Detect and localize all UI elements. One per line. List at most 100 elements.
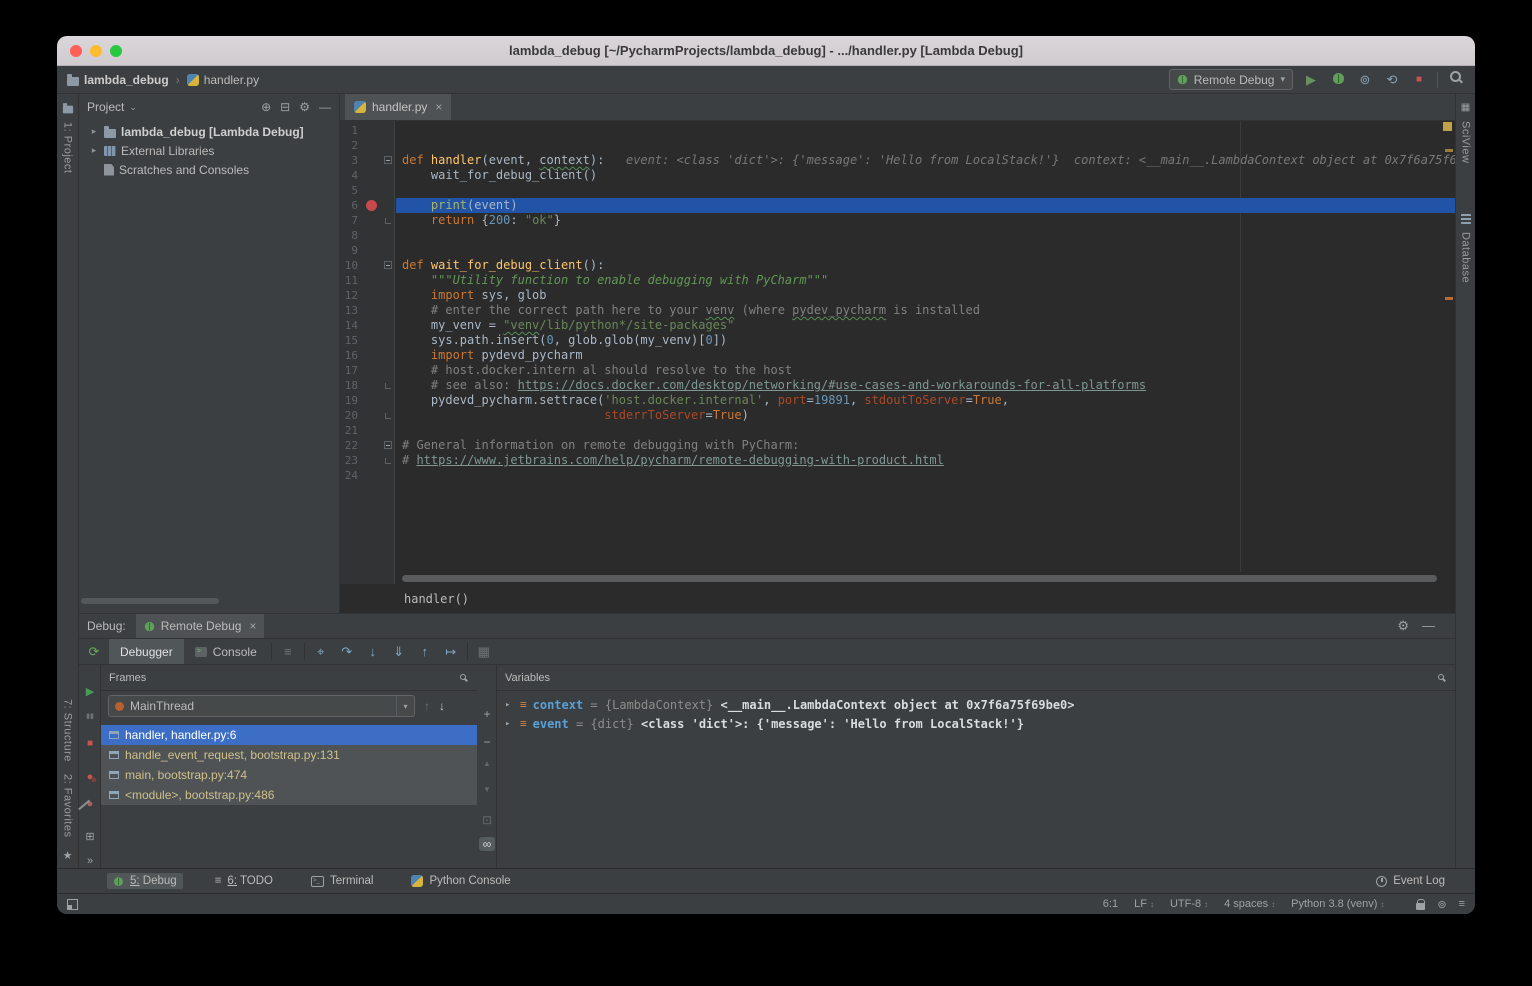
code-line[interactable] xyxy=(396,243,1455,258)
step-into-button[interactable]: ↓ xyxy=(360,639,386,664)
status-item[interactable]: UTF-8↕ xyxy=(1170,898,1208,910)
inspection-indicator[interactable] xyxy=(1443,122,1452,131)
view-breakpoints-button[interactable]: ● xyxy=(79,771,101,783)
gear-icon[interactable]: ⚙ xyxy=(1397,618,1409,634)
gutter-line[interactable]: 20 xyxy=(340,408,394,423)
status-item[interactable]: LF↕ xyxy=(1134,898,1154,910)
breadcrumb-function[interactable]: handler() xyxy=(404,592,469,606)
layout-settings-icon[interactable]: ≡ xyxy=(275,639,301,664)
move-down-button[interactable]: ▼ xyxy=(477,785,497,794)
thread-select[interactable]: MainThread ▾ xyxy=(108,695,415,717)
close-icon[interactable]: × xyxy=(435,100,442,114)
toolwindow-button-favorites[interactable]: 2: Favorites xyxy=(62,774,74,837)
toolwindow-button-terminal[interactable]: Terminal xyxy=(305,873,379,889)
profiler-button[interactable]: ⟲ xyxy=(1383,71,1401,89)
gutter-line[interactable]: 22 xyxy=(340,438,394,453)
code-area[interactable]: def handler(event, context): event: <cla… xyxy=(396,121,1455,584)
tree-item[interactable]: ▸External Libraries xyxy=(79,141,339,160)
code-line[interactable]: import pydevd_pycharm xyxy=(396,348,1455,363)
code-line[interactable]: import sys, glob xyxy=(396,288,1455,303)
fold-marker[interactable] xyxy=(384,156,392,164)
frame-row[interactable]: main, bootstrap.py:474 xyxy=(101,765,477,785)
gutter-line[interactable]: 6 xyxy=(340,198,394,213)
expander-icon[interactable]: ▸ xyxy=(505,700,514,710)
gutter-line[interactable]: 8 xyxy=(340,228,394,243)
duplicate-watch-button[interactable]: ⊡ xyxy=(477,813,497,827)
status-item[interactable]: 6:1 xyxy=(1103,898,1118,910)
editor-tab-handler[interactable]: handler.py × xyxy=(345,94,451,120)
close-window-button[interactable] xyxy=(70,45,82,57)
fold-marker[interactable] xyxy=(385,458,391,464)
hide-panel-icon[interactable]: — xyxy=(1422,618,1435,634)
lock-icon[interactable] xyxy=(1416,903,1425,910)
expander-icon[interactable]: ▸ xyxy=(505,719,514,729)
code-line[interactable] xyxy=(396,468,1455,483)
gutter-line[interactable]: 4 xyxy=(340,168,394,183)
frame-row[interactable]: handle_event_request, bootstrap.py:131 xyxy=(101,745,477,765)
execution-line[interactable]: print(event) xyxy=(396,198,1455,213)
debug-button[interactable] xyxy=(1329,71,1347,89)
force-step-into-button[interactable]: ⇓ xyxy=(386,639,412,664)
toolwindow-toggle-icon[interactable] xyxy=(67,899,78,910)
pin-icon[interactable] xyxy=(1437,673,1447,683)
gutter-line[interactable]: 10 xyxy=(340,258,394,273)
code-line[interactable]: # host.docker.intern al should resolve t… xyxy=(396,363,1455,378)
toolwindow-button-pythonconsole[interactable]: Python Console xyxy=(405,873,516,889)
add-watch-button[interactable]: + xyxy=(477,707,497,721)
reader-mode-icon[interactable]: ≡ xyxy=(1459,898,1465,910)
zoom-window-button[interactable] xyxy=(110,45,122,57)
hide-panel-icon[interactable]: — xyxy=(319,100,331,114)
code-line[interactable] xyxy=(396,423,1455,438)
error-stripe-mark[interactable] xyxy=(1445,149,1453,152)
mute-breakpoints-button[interactable]: ● xyxy=(79,798,101,810)
code-line[interactable]: """Utility function to enable debugging … xyxy=(396,273,1455,288)
code-line[interactable]: sys.path.insert(0, glob.glob(my_venv)[0]… xyxy=(396,333,1455,348)
gutter-line[interactable]: 7 xyxy=(340,213,394,228)
indicator-icon[interactable]: ⊚ xyxy=(1437,898,1446,911)
project-view-select[interactable]: Project xyxy=(87,100,124,114)
toolwindow-button-structure[interactable]: 7: Structure xyxy=(62,699,74,762)
toolwindow-button-sciview[interactable]: ▦ SciView xyxy=(1456,102,1475,163)
editor-body[interactable]: 123456789101112131415161718192021222324 … xyxy=(340,121,1455,584)
code-line[interactable] xyxy=(396,228,1455,243)
code-line[interactable]: # General information on remote debuggin… xyxy=(396,438,1455,453)
gutter-line[interactable]: 19 xyxy=(340,393,394,408)
frame-row[interactable]: <module>, bootstrap.py:486 xyxy=(101,785,477,805)
code-line[interactable]: # enter the correct path here to your ve… xyxy=(396,303,1455,318)
horizontal-scrollbar[interactable] xyxy=(81,598,219,604)
fold-marker[interactable] xyxy=(385,218,391,224)
move-up-button[interactable]: ▲ xyxy=(477,759,497,768)
gutter-line[interactable]: 12 xyxy=(340,288,394,303)
fold-marker[interactable] xyxy=(385,413,391,419)
code-line[interactable] xyxy=(396,138,1455,153)
code-line[interactable]: stderrToServer=True) xyxy=(396,408,1455,423)
pin-icon[interactable] xyxy=(459,673,469,683)
status-item[interactable]: 4 spaces↕ xyxy=(1224,898,1275,910)
gutter-line[interactable]: 11 xyxy=(340,273,394,288)
breadcrumb-project[interactable]: lambda_debug xyxy=(67,73,169,87)
rerun-button[interactable]: ⟳ xyxy=(79,639,109,664)
code-line[interactable] xyxy=(396,123,1455,138)
error-stripe-mark[interactable] xyxy=(1445,297,1453,300)
breadcrumb-file[interactable]: handler.py xyxy=(187,73,259,87)
collapse-all-icon[interactable]: ⊟ xyxy=(280,100,290,114)
previous-frame-button[interactable]: ↑ xyxy=(424,699,430,713)
toolwindow-button-debug[interactable]: 5: Debug xyxy=(107,873,183,889)
step-out-button[interactable]: ↑ xyxy=(412,639,438,664)
editor-horizontal-scrollbar[interactable] xyxy=(402,575,1437,582)
tab-console[interactable]: Console xyxy=(184,639,268,664)
search-everywhere-button[interactable] xyxy=(1447,70,1465,89)
gutter-line[interactable]: 17 xyxy=(340,363,394,378)
view-as-grid-icon[interactable]: ▦ xyxy=(471,639,497,664)
toolwindow-button-project[interactable]: 1: Project xyxy=(57,102,78,173)
restore-layout-button[interactable]: ⊞ xyxy=(79,830,101,843)
toolwindow-button-eventlog[interactable]: Event Log xyxy=(1376,875,1445,887)
gutter-line[interactable]: 21 xyxy=(340,423,394,438)
code-line[interactable]: return {200: "ok"} xyxy=(396,213,1455,228)
status-item[interactable]: Python 3.8 (venv)↕ xyxy=(1291,898,1384,910)
gutter-line[interactable]: 15 xyxy=(340,333,394,348)
stop-button[interactable]: ■ xyxy=(79,738,101,749)
chevron-right-icon[interactable]: ▸ xyxy=(89,145,99,156)
next-frame-button[interactable]: ↓ xyxy=(439,699,445,713)
chevron-right-icon[interactable]: ▸ xyxy=(89,126,99,137)
